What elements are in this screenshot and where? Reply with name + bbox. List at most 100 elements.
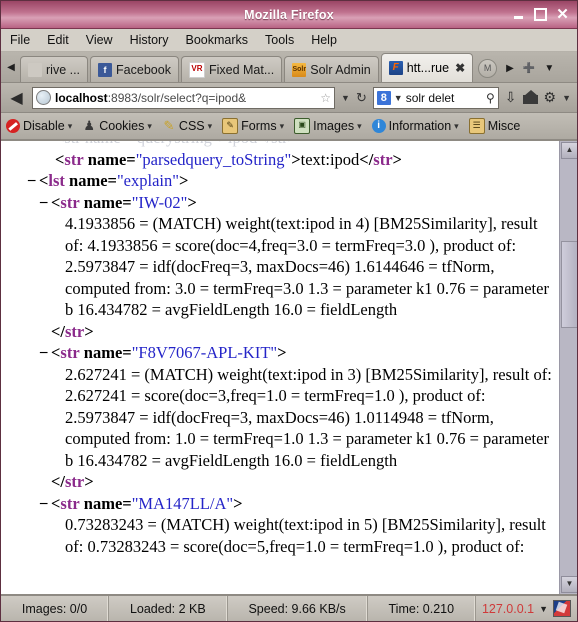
status-time: Time: 0.210 [368,596,476,621]
tree-collapse-icon[interactable]: − [39,342,48,364]
chevron-down-icon: ▾ [67,120,73,131]
tab-label: Fixed Mat... [208,62,275,77]
xml-token-angle: = [122,493,132,513]
menu-edit[interactable]: Edit [47,33,69,47]
xml-token-plain: 2.627241 = (MATCH) weight(text:ipod in 3… [65,364,552,470]
tab-active-solr-select[interactable]: F htt...rue ✖ [380,53,474,82]
chevron-down-icon: ▾ [454,120,459,131]
menu-bookmarks[interactable]: Bookmarks [185,33,248,47]
status-loaded: Loaded: 2 KB [109,596,228,621]
devbar-disable[interactable]: Disable ▾ [6,119,72,133]
status-ip-indicator[interactable]: 127.0.0.1 ▼ [476,596,577,621]
xml-token-angle: < [55,149,65,169]
xml-token-attr: name [87,149,127,169]
menu-help[interactable]: Help [311,33,337,47]
toolbar-overflow-icon[interactable]: ▼ [562,93,571,103]
window-controls: ✕ [512,1,569,28]
xml-token-tag: str [373,149,393,169]
devbar-images[interactable]: ▣ Images ▾ [294,118,362,134]
search-bar[interactable]: 8 ▼ solr delet ⚲ [372,86,499,109]
xml-token-tag: str [65,472,85,491]
search-input-value[interactable]: solr delet [406,91,483,105]
tab-drive[interactable]: rive ... [20,56,89,82]
extension-icon[interactable]: ⚙ [544,89,557,106]
tab-scroll-left-icon[interactable]: ◀ [3,52,19,82]
xml-explain-text: 0.73283243 = (MATCH) weight(text:ipod in… [9,514,555,557]
xml-token-angle: < [51,192,61,212]
devbar-cookies[interactable]: ♟ Cookies ▾ [82,119,152,134]
navigation-toolbar: ◀ localhost:8983/solr/select?q=ipod& ☆ ▼… [1,83,577,113]
tab-scroll-right-icon[interactable]: ▶ [506,63,514,74]
downloads-icon[interactable]: ⇩ [505,89,517,106]
url-host: localhost [55,90,108,105]
url-dropdown-icon[interactable]: ▼ [341,93,350,103]
vertical-scrollbar[interactable]: ▲ ▼ [559,141,577,594]
url-bar[interactable]: localhost:8983/solr/select?q=ipod& ☆ [32,86,335,109]
scroll-down-icon[interactable]: ▼ [561,576,577,593]
xml-token-angle: > [178,171,189,190]
xml-token-attrval: "F8V7067-APL-KIT" [131,343,278,362]
devbar-forms[interactable]: ✎ Forms ▾ [222,118,284,134]
status-ip-caret-icon[interactable]: ▼ [539,604,548,614]
bookmark-star-icon[interactable]: ☆ [320,91,331,105]
xml-token-angle: < [51,343,61,362]
status-bar: Images: 0/0 Loaded: 2 KB Speed: 9.66 KB/… [1,595,577,621]
back-button-icon[interactable]: ◀ [7,88,26,107]
tree-collapse-icon[interactable]: − [39,493,48,515]
menu-tools[interactable]: Tools [265,33,294,47]
disable-icon [6,119,20,133]
tab-facebook[interactable]: f Facebook [90,56,179,82]
google-engine-icon[interactable]: 8 [376,90,391,105]
scrollbar-thumb[interactable] [561,241,577,328]
devbar-miscellaneous[interactable]: ☰ Misce [468,118,520,134]
devbar-label: Images [313,119,355,133]
xml-token-angle: = [107,171,117,190]
list-all-tabs-icon[interactable]: ▼ [544,63,554,74]
devbar-css[interactable]: ✎ CSS ▾ [162,118,212,134]
xml-token-tag: str [60,493,80,513]
mail-button-icon[interactable]: M [478,59,498,78]
menu-history[interactable]: History [130,33,169,47]
devbar-information[interactable]: i Information ▾ [371,119,459,133]
search-engine-caret-icon[interactable]: ▼ [394,93,403,103]
misc-icon: ☰ [468,118,485,134]
search-icon[interactable]: ⚲ [486,91,495,105]
new-tab-icon[interactable]: ➕ [523,63,535,74]
xml-token-tag: str [60,343,80,362]
xml-token-angle: > [291,149,301,169]
menu-view[interactable]: View [86,33,113,47]
xml-token-angle: < [39,171,49,190]
maximize-button[interactable] [534,8,547,21]
xml-token-angle: </ [51,321,65,341]
scroll-up-icon[interactable]: ▲ [561,142,577,159]
minimize-button[interactable] [512,8,525,21]
xml-viewer[interactable]: <str name="querystring">ipod</str><str n… [1,141,559,594]
close-button[interactable]: ✕ [556,7,569,22]
menu-file[interactable]: File [10,33,30,47]
xml-token-tag: str [65,321,85,341]
xml-token-angle: </ [51,472,65,491]
tab-close-icon[interactable]: ✖ [455,61,465,75]
tab-label: Facebook [116,62,171,77]
xml-token-angle: = [122,192,132,212]
status-flag-icon[interactable] [553,600,571,617]
web-developer-toolbar: Disable ▾ ♟ Cookies ▾ ✎ CSS ▾ ✎ Forms ▾ … [1,113,577,140]
tab-solr-admin[interactable]: Solr Solr Admin [284,56,379,82]
xml-token-attr: name [83,192,123,212]
xml-token-plain: 0.73283243 = (MATCH) weight(text:ipod in… [65,515,546,556]
tab-bar: ◀ rive ... f Facebook VR Fixed Mat... So… [1,52,577,83]
home-icon[interactable] [522,90,538,104]
xml-token-angle: > [277,343,287,362]
url-path: :8983/solr/select?q=ipod& [107,90,247,105]
menu-bar: File Edit View History Bookmarks Tools H… [1,29,577,52]
xml-line: <str name="parsedquery_toString">text:ip… [9,149,555,171]
css-pencil-icon: ✎ [163,118,175,133]
tree-collapse-icon[interactable]: − [27,170,36,192]
xml-token-tag: str [60,192,80,212]
xml-line: − <str name="IW-02"> [9,192,555,214]
tab-fixed-mat[interactable]: VR Fixed Mat... [180,56,283,82]
tree-collapse-icon[interactable]: − [39,192,48,214]
reload-icon[interactable]: ↺ [356,90,367,106]
xml-token-angle: > [84,321,94,341]
images-icon: ▣ [294,118,311,134]
